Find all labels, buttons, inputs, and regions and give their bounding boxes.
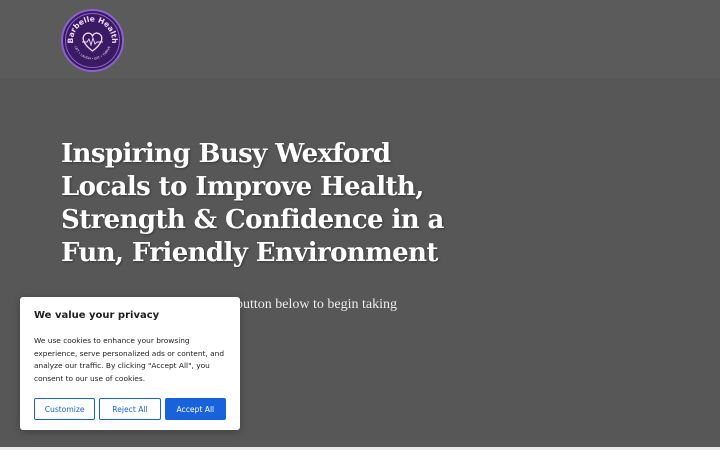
- brand-logo[interactable]: Barbelle Health LIFT • LAUGH • EAT • THR…: [61, 9, 124, 72]
- cookie-description: We use cookies to enhance your browsing …: [34, 336, 225, 383]
- hero-subtext-visible: button below to begin taking: [236, 297, 397, 312]
- heart-barbell-icon: Barbelle Health LIFT • LAUGH • EAT • THR…: [65, 13, 120, 68]
- cookie-consent-banner: We value your privacy We use cookies to …: [20, 297, 240, 430]
- customize-button[interactable]: Customize: [34, 398, 96, 421]
- accept-all-button[interactable]: Accept All: [164, 398, 226, 421]
- site-header: Barbelle Health LIFT • LAUGH • EAT • THR…: [0, 0, 720, 78]
- cookie-title: We value your privacy: [34, 310, 160, 321]
- cookie-button-row: Customize Reject All Accept All: [34, 398, 226, 421]
- hero-headline: Inspiring Busy Wexford Locals to Improve…: [61, 139, 444, 268]
- reject-all-button[interactable]: Reject All: [99, 398, 161, 421]
- logo-tagline-text: LIFT • LAUGH • EAT • THRIVE: [74, 46, 112, 61]
